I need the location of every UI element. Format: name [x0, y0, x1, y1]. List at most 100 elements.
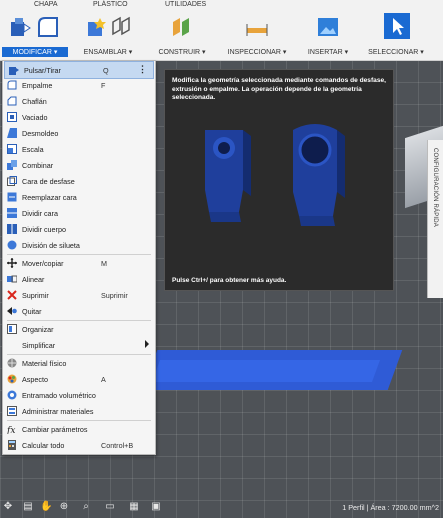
menu-item-label: Calcular todo — [22, 441, 65, 450]
manage-materials-icon — [7, 406, 17, 416]
split-body-icon — [7, 224, 17, 234]
tab-chapa[interactable]: CHAPA — [34, 1, 58, 8]
menu-item-label: Chaflán — [22, 97, 47, 106]
more-options-icon[interactable]: ⋮ — [138, 64, 147, 75]
modify-dropdown-menu: Pulsar/Tirar Q ⋮ Empalme F Chaflán Vacia… — [2, 60, 156, 455]
look-at-icon[interactable]: ▤ — [22, 501, 34, 513]
menu-item-volumetric-lattice[interactable]: Entramado volumétrico — [3, 387, 155, 403]
ribbon-toolbar: CHAPA PLÁSTICO UTILIDADES MODIFICAR ▾ EN… — [0, 0, 443, 61]
menu-item-replace-face[interactable]: Reemplazar cara — [3, 189, 155, 205]
modify-group[interactable]: MODIFICAR ▾ — [2, 12, 68, 59]
menu-item-label: Simplificar — [22, 341, 56, 350]
joint-icon[interactable] — [110, 16, 132, 38]
menu-item-move-copy[interactable]: Mover/copiar M — [3, 255, 155, 271]
menu-item-label: División de silueta — [22, 241, 80, 250]
menu-item-appearance[interactable]: Aspecto A — [3, 371, 155, 387]
inspect-menu-button[interactable]: INSPECCIONAR ▾ — [224, 48, 290, 56]
select-cursor-icon[interactable] — [384, 13, 410, 39]
svg-text:fx: fx — [7, 426, 15, 434]
menu-item-delete[interactable]: Suprimir Suprimir — [3, 287, 155, 303]
navigation-bar: ✥ ▤ ✋ ⊕ ⌕ ▭ ▦ ▣ — [0, 498, 178, 518]
menu-item-offset-face[interactable]: Cara de desfase — [3, 173, 155, 189]
split-face-icon — [7, 208, 17, 218]
modify-menu-button[interactable]: MODIFICAR ▾ — [2, 47, 68, 57]
menu-item-arrange[interactable]: Organizar — [3, 321, 155, 337]
menu-item-simplify[interactable]: Simplificar — [3, 337, 155, 353]
appearance-icon — [7, 374, 17, 384]
fillet-icon — [7, 80, 17, 90]
construct-group[interactable]: CONSTRUIR ▾ — [156, 12, 208, 59]
menu-item-label: Escala — [22, 145, 44, 154]
tooltip-help-hint: Pulse Ctrl+/ para obtener más ayuda. — [172, 277, 287, 284]
menu-item-fillet[interactable]: Empalme F — [3, 77, 155, 93]
menu-item-split-face[interactable]: Dividir cara — [3, 205, 155, 221]
tab-plastico[interactable]: PLÁSTICO — [93, 1, 128, 8]
command-tooltip: Modifica la geometría seleccionada media… — [164, 69, 394, 291]
tab-utilidades[interactable]: UTILIDADES — [165, 1, 206, 8]
menu-item-manage-materials[interactable]: Administrar materiales — [3, 403, 155, 419]
viewports-icon[interactable]: ▣ — [150, 501, 162, 513]
align-icon — [7, 274, 18, 284]
insert-menu-button[interactable]: INSERTAR ▾ — [300, 48, 356, 56]
tooltip-description: Modifica la geometría seleccionada media… — [172, 77, 387, 101]
menu-item-shortcut: Control+B — [101, 441, 134, 450]
menu-item-label: Reemplazar cara — [22, 193, 77, 202]
quick-settings-label: CONFIGURACIÓN RÁPIDA — [432, 148, 438, 228]
grid-settings-icon[interactable]: ▦ — [128, 501, 140, 513]
menu-item-shortcut: Suprimir — [101, 291, 128, 300]
measure-icon[interactable] — [246, 18, 268, 40]
menu-item-label: Quitar — [22, 307, 42, 316]
menu-item-physical-material[interactable]: Material físico — [3, 355, 155, 371]
menu-item-chamfer[interactable]: Chaflán — [3, 93, 155, 109]
menu-item-label: Administrar materiales — [22, 407, 94, 416]
menu-item-label: Empalme — [22, 81, 53, 90]
function-icon: fx — [6, 424, 17, 436]
new-component-icon[interactable] — [86, 16, 108, 38]
zoom-icon[interactable]: ⊕ — [58, 501, 70, 513]
menu-item-label: Mover/copiar — [22, 259, 64, 268]
sketch-profile-highlight — [151, 360, 381, 382]
select-group[interactable]: SELECCIONAR ▾ — [364, 12, 428, 59]
menu-item-label: Organizar — [22, 325, 54, 334]
menu-item-align[interactable]: Alinear — [3, 271, 155, 287]
submenu-arrow-icon — [145, 340, 149, 348]
select-menu-button[interactable]: SELECCIONAR ▾ — [364, 48, 428, 56]
construct-menu-button[interactable]: CONSTRUIR ▾ — [156, 48, 208, 56]
menu-item-label: Aspecto — [22, 375, 48, 384]
offset-plane-icon[interactable] — [171, 16, 193, 38]
push-pull-icon[interactable] — [10, 16, 32, 38]
menu-item-compute-all[interactable]: Calcular todo Control+B — [3, 437, 155, 453]
menu-item-label: Suprimir — [22, 291, 49, 300]
menu-item-split-body[interactable]: Dividir cuerpo — [3, 221, 155, 237]
menu-item-label: Pulsar/Tirar — [24, 66, 61, 75]
replace-face-icon — [7, 192, 17, 202]
menu-item-label: Alinear — [22, 275, 45, 284]
shell-icon — [7, 112, 17, 122]
chamfer-icon — [7, 96, 17, 106]
inspect-group[interactable]: INSPECCIONAR ▾ — [224, 12, 290, 59]
assemble-menu-button[interactable]: ENSAMBLAR ▾ — [80, 48, 136, 56]
push-pull-icon — [9, 65, 19, 75]
fillet-icon[interactable] — [37, 16, 59, 38]
remove-icon — [7, 306, 17, 316]
menu-item-combine[interactable]: Combinar — [3, 157, 155, 173]
menu-item-scale[interactable]: Escala — [3, 141, 155, 157]
menu-item-label: Dividir cuerpo — [22, 225, 66, 234]
menu-item-silhouette-split[interactable]: División de silueta — [3, 237, 155, 253]
quick-settings-panel[interactable]: CONFIGURACIÓN RÁPIDA — [427, 140, 443, 298]
move-icon — [7, 258, 17, 268]
menu-item-remove[interactable]: Quitar — [3, 303, 155, 319]
menu-item-shell[interactable]: Vaciado — [3, 109, 155, 125]
orbit-icon[interactable]: ✥ — [2, 501, 14, 513]
insert-group[interactable]: INSERTAR ▾ — [300, 12, 356, 59]
display-settings-icon[interactable]: ▭ — [104, 501, 116, 513]
insert-image-icon[interactable] — [317, 16, 339, 38]
physical-material-icon — [7, 358, 17, 368]
pan-icon[interactable]: ✋ — [40, 501, 52, 513]
assemble-group[interactable]: ENSAMBLAR ▾ — [80, 12, 136, 59]
menu-item-change-parameters[interactable]: fx Cambiar parámetros — [3, 421, 155, 437]
offset-face-icon — [7, 176, 17, 186]
menu-item-label: Cara de desfase — [22, 177, 75, 186]
fit-icon[interactable]: ⌕ — [80, 501, 92, 513]
menu-item-draft[interactable]: Desmoldeo — [3, 125, 155, 141]
